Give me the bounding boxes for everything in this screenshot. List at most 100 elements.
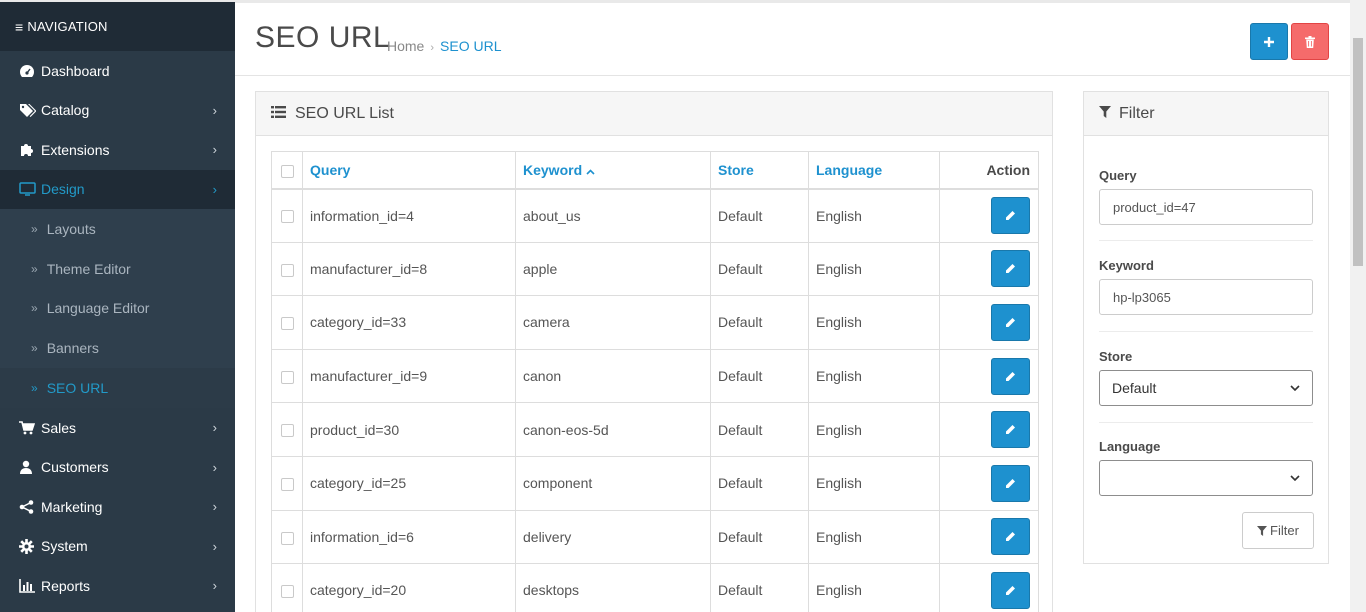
scrollbar-thumb[interactable]: [1353, 38, 1363, 266]
submenu-item-seo-url[interactable]: » SEO URL: [0, 368, 235, 408]
puzzle-icon: [19, 142, 37, 158]
sidebar-item-dashboard[interactable]: Dashboard: [0, 51, 235, 91]
filter-query-group: Query product_id=47: [1099, 168, 1313, 225]
row-checkbox[interactable]: [280, 370, 294, 384]
cell-query: manufacturer_id=8: [302, 241, 516, 297]
filter-query-input[interactable]: product_id=47: [1099, 189, 1313, 225]
submenu-item-label: SEO URL: [46, 380, 109, 397]
cell-store: Default: [710, 402, 809, 457]
edit-button[interactable]: [991, 518, 1030, 556]
chevron-right-icon: ›: [212, 459, 217, 475]
cell-keyword: camera: [515, 295, 711, 350]
select-all-checkbox[interactable]: [280, 164, 294, 178]
sidebar-item-reports[interactable]: Reports ›: [0, 566, 235, 606]
cell-query: category_id=25: [302, 455, 516, 511]
submenu-item-banners[interactable]: » Banners: [0, 328, 235, 368]
submenu-item-label: Language Editor: [46, 300, 150, 317]
sidebar: ≡ NAVIGATION Dashboard Catalog › Extensi…: [0, 0, 235, 612]
filter-store-select[interactable]: Default: [1099, 370, 1313, 406]
column-header-keyword[interactable]: Keyword: [515, 151, 711, 190]
cell-action: [939, 563, 1039, 612]
cell-action: [939, 348, 1039, 404]
cell-query: manufacturer_id=9: [302, 348, 516, 404]
submenu-item-theme-editor[interactable]: » Theme Editor: [0, 249, 235, 289]
sidebar-item-sales[interactable]: Sales ›: [0, 408, 235, 448]
breadcrumb-home[interactable]: Home: [387, 38, 424, 54]
column-header-store[interactable]: Store: [710, 151, 809, 190]
table-header-row: Query Keyword Store Language Action: [271, 151, 1039, 190]
tags-icon: [19, 102, 37, 118]
edit-button[interactable]: [991, 571, 1030, 609]
cell-store: Default: [710, 348, 809, 404]
cell-store: Default: [710, 455, 809, 511]
cell-language: English: [808, 402, 940, 457]
cell-action: [939, 295, 1039, 350]
column-header-query[interactable]: Query: [302, 151, 516, 190]
row-checkbox[interactable]: [280, 531, 294, 545]
delete-button[interactable]: [1291, 23, 1329, 60]
breadcrumb: Home › SEO URL: [387, 38, 502, 54]
filter-icon: [1257, 525, 1268, 536]
menu-icon: ≡: [15, 18, 24, 35]
select-all-cell: [271, 151, 303, 190]
cell-language: English: [808, 563, 940, 612]
edit-button[interactable]: [991, 411, 1030, 449]
pencil-icon: [1006, 585, 1015, 595]
row-checkbox[interactable]: [280, 585, 294, 599]
table-row: product_id=30 canon-eos-5d Default English: [271, 402, 1039, 457]
filter-panel: Filter Query product_id=47 Keyword hp-lp…: [1083, 91, 1329, 564]
add-button[interactable]: [1250, 23, 1288, 60]
desktop-icon: [19, 181, 37, 197]
table-row: category_id=20 desktops Default English: [271, 563, 1039, 612]
double-chevron-icon: »: [31, 221, 38, 236]
pencil-icon: [1006, 478, 1015, 488]
design-submenu: » Layouts » Theme Editor » Language Edit…: [0, 209, 235, 408]
submenu-item-language-editor[interactable]: » Language Editor: [0, 289, 235, 329]
edit-button[interactable]: [991, 464, 1030, 502]
double-chevron-icon: »: [31, 261, 38, 276]
filter-store-label: Store: [1099, 349, 1133, 364]
double-chevron-icon: »: [31, 341, 38, 356]
nav-header[interactable]: ≡ NAVIGATION: [0, 0, 235, 51]
edit-button[interactable]: [991, 303, 1030, 341]
filter-keyword-group: Keyword hp-lp3065: [1099, 258, 1313, 315]
chevron-right-icon: ›: [212, 181, 217, 197]
sidebar-item-design[interactable]: Design ›: [0, 169, 235, 209]
row-checkbox[interactable]: [280, 478, 294, 492]
gear-icon: [19, 538, 37, 554]
page-scrollbar[interactable]: [1350, 0, 1366, 612]
divider: [1099, 331, 1313, 332]
bar-chart-icon: [19, 578, 37, 594]
sidebar-item-customers[interactable]: Customers ›: [0, 447, 235, 487]
pencil-icon: [1006, 532, 1015, 542]
cell-keyword: delivery: [515, 509, 711, 565]
edit-button[interactable]: [991, 357, 1030, 395]
sidebar-item-system[interactable]: System ›: [0, 526, 235, 566]
sidebar-item-label: Marketing: [41, 498, 103, 515]
sidebar-item-label: Reports: [41, 577, 91, 594]
sidebar-item-marketing[interactable]: Marketing ›: [0, 487, 235, 527]
sidebar-item-extensions[interactable]: Extensions ›: [0, 130, 235, 170]
filter-language-select[interactable]: [1099, 460, 1313, 496]
breadcrumb-current[interactable]: SEO URL: [440, 38, 501, 54]
double-chevron-icon: »: [31, 381, 38, 396]
row-checkbox[interactable]: [280, 317, 294, 331]
seo-url-table: Query Keyword Store Language Action info…: [271, 151, 1039, 612]
edit-button[interactable]: [991, 197, 1030, 235]
sidebar-item-label: Customers: [41, 459, 109, 476]
filter-store-group: Store Default: [1099, 349, 1313, 406]
submenu-item-layouts[interactable]: » Layouts: [0, 209, 235, 249]
breadcrumb-separator-icon: ›: [430, 42, 435, 54]
filter-keyword-input[interactable]: hp-lp3065: [1099, 279, 1313, 315]
row-checkbox[interactable]: [280, 263, 294, 277]
share-icon: [19, 499, 37, 515]
row-select-cell: [271, 188, 303, 243]
sidebar-item-catalog[interactable]: Catalog ›: [0, 91, 235, 131]
sort-asc-icon: [586, 169, 595, 175]
filter-button[interactable]: Filter: [1242, 512, 1314, 549]
column-header-language[interactable]: Language: [808, 151, 940, 190]
edit-button[interactable]: [991, 250, 1030, 288]
row-checkbox[interactable]: [280, 424, 294, 438]
row-checkbox[interactable]: [280, 210, 294, 224]
cell-query: category_id=33: [302, 295, 516, 350]
